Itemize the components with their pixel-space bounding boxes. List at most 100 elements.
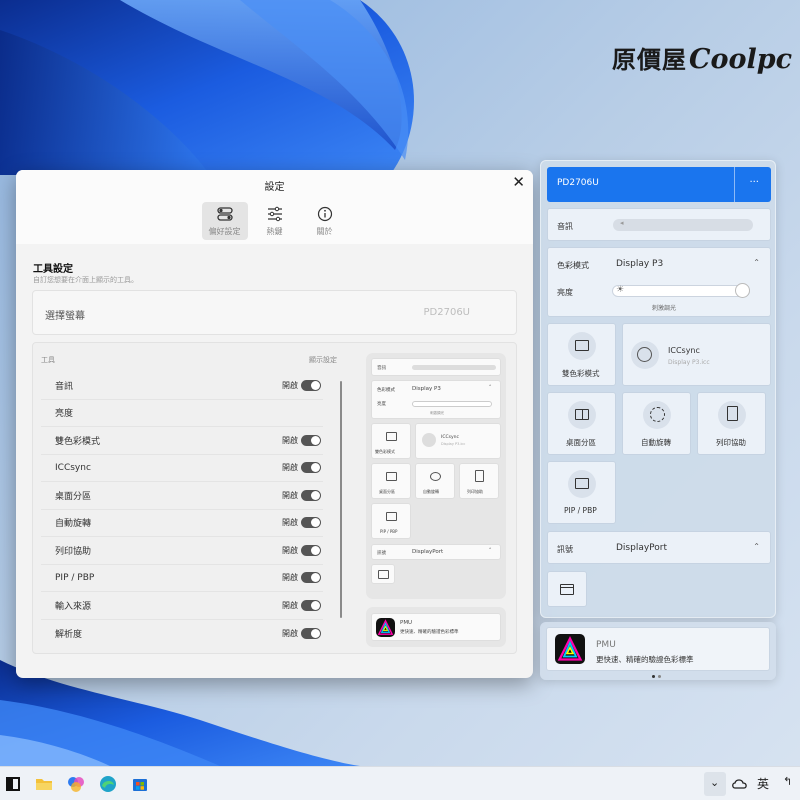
chevron-updown-icon[interactable]: ⌃	[753, 258, 760, 267]
preview-audio-slider	[412, 365, 496, 370]
toggle-state: 開啟	[282, 380, 298, 390]
start-icon[interactable]	[4, 775, 22, 793]
input-value[interactable]: DisplayPort	[616, 543, 667, 553]
tile-iccsync[interactable]: ICCsync Display P3.icc	[622, 323, 771, 386]
tile-dual-color[interactable]: 雙色彩模式	[547, 323, 616, 386]
tab-hotkeys[interactable]: 熱鍵	[252, 202, 298, 240]
tools-panel: 工具 顯示設定 音訊 開啟 亮度 雙色彩模式 開啟 ICCsync 開啟 桌面分…	[32, 342, 517, 654]
toggle-switch[interactable]	[301, 379, 321, 391]
header-divider	[734, 167, 735, 202]
brightness-slider-knob[interactable]	[735, 283, 750, 298]
notification-icon[interactable]: ↰	[783, 775, 792, 788]
toggle-state: 開啟	[282, 463, 298, 473]
preview-print-icon	[475, 470, 484, 482]
toggle-switch[interactable]	[301, 489, 321, 501]
input-label: 訊號	[557, 545, 573, 554]
tools-header: 工具 顯示設定	[41, 355, 337, 365]
toggle-switch[interactable]	[301, 572, 321, 584]
color-brightness-card: 色彩模式 Display P3 ⌃ 亮度 ☀ 刺激調光	[547, 247, 771, 317]
window-tile[interactable]	[547, 571, 587, 607]
preview-pip-icon	[386, 512, 397, 521]
preview-pmu-sub: 更快速、精確的驗證色彩標準	[400, 630, 459, 635]
tile-print-assist[interactable]: 列印協助	[697, 392, 766, 455]
tool-name: ICCsync	[55, 462, 91, 473]
preview-icc-title: ICCsync	[441, 435, 459, 440]
section-subtitle: 自訂您想要在介面上顯示的工具。	[33, 276, 138, 284]
sun-icon: ☀	[616, 285, 625, 295]
tile-label: 雙色彩模式	[562, 369, 600, 378]
preview-chevron-icon: ⌃	[488, 385, 492, 390]
preview-input-card: 訊號 DisplayPort ⌃	[371, 544, 501, 560]
tool-row-dual-color: 雙色彩模式 開啟	[41, 427, 323, 455]
chevron-updown-icon[interactable]: ⌃	[753, 542, 760, 551]
edge-icon[interactable]	[99, 775, 117, 793]
scrollbar[interactable]	[340, 381, 342, 618]
brightness-slider[interactable]	[612, 285, 750, 297]
audio-slider[interactable]	[613, 219, 753, 231]
preview-brightness-slider	[412, 401, 492, 407]
more-button[interactable]: ···	[749, 177, 759, 188]
brand-text-en: Coolpc	[689, 44, 793, 75]
sliders-icon	[267, 206, 282, 221]
taskbar: ⌄ 英 ↰	[0, 766, 800, 800]
brand-logo: 原價屋 Coolpc	[612, 40, 792, 75]
input-card[interactable]: 訊號 DisplayPort ⌃	[547, 531, 771, 564]
pmu-logo-icon	[555, 634, 585, 664]
monitor-control-panel: PD2706U ··· 音訊 ◂ 色彩模式 Display P3 ⌃ 亮度 ☀ …	[540, 160, 776, 618]
preview-brightness-note: 刺激調光	[430, 411, 444, 415]
tile-auto-rotate[interactable]: 自動旋轉	[622, 392, 691, 455]
tile-desktop-partition[interactable]: 桌面分區	[547, 392, 616, 455]
tool-row-resolution: 解析度 開啟	[41, 620, 323, 648]
tool-name: 自動旋轉	[55, 519, 92, 530]
pmu-card[interactable]: PMU 更快速、精確的驗證色彩標準	[546, 627, 770, 671]
chevron-down-icon: ⌄	[710, 776, 720, 789]
monitor-value: PD2706U	[423, 307, 471, 318]
preview-tile-auto-rotate: 自動旋轉	[415, 463, 455, 499]
preview-palette-icon	[422, 433, 436, 447]
toggle-switch[interactable]	[301, 462, 321, 474]
toggle-switch[interactable]	[301, 517, 321, 529]
pmu-subtitle: 更快速、精確的驗證色彩標準	[596, 655, 694, 664]
monitor-selector[interactable]: 選擇螢幕 PD2706U	[32, 290, 517, 335]
tab-about[interactable]: 關於	[302, 202, 348, 240]
preview-pmu-title: PMU	[400, 620, 413, 626]
brand-text-cn: 原價屋	[612, 45, 687, 74]
cloud-icon[interactable]	[731, 775, 749, 793]
store-icon[interactable]	[131, 775, 149, 793]
preview-color-card: 色彩模式 Display P3 ⌃ 亮度 刺激調光	[371, 380, 501, 419]
toggle-switch[interactable]	[301, 599, 321, 611]
preview-audio-card: 音訊	[371, 358, 501, 376]
file-explorer-icon[interactable]	[35, 775, 53, 793]
preview-tile-iccsync: ICCsync Display P3.icc	[415, 423, 501, 459]
color-mode-value[interactable]: Display P3	[616, 259, 663, 269]
toggle-state: 開啟	[282, 600, 298, 610]
toggle-switch[interactable]	[301, 544, 321, 556]
toggle-state: 開啟	[282, 490, 298, 500]
palette-icon	[637, 347, 652, 362]
tool-name: 解析度	[55, 629, 83, 640]
tile-pip-pbp[interactable]: PIP / PBP	[547, 461, 616, 524]
toggle-state: 開啟	[282, 435, 298, 445]
tile-label: PIP / PBP	[564, 506, 597, 515]
section-title: 工具設定	[33, 264, 73, 275]
pmu-panel: PMU 更快速、精確的驗證色彩標準	[540, 622, 776, 680]
input-language[interactable]: 英	[757, 775, 769, 792]
preview-pmu: PMU 更快速、精確的驗證色彩標準	[366, 607, 506, 647]
page-dot[interactable]	[652, 675, 655, 678]
tool-row-input-source: 輸入來源 開啟	[41, 592, 323, 620]
toggle-switch[interactable]	[301, 434, 321, 446]
pmu-title: PMU	[596, 640, 616, 650]
preview-pmu-card: PMU 更快速、精確的驗證色彩標準	[371, 613, 501, 641]
page-dot[interactable]	[658, 675, 661, 678]
preview-pmu-logo-icon	[376, 618, 395, 637]
tab-preferences[interactable]: 偏好設定	[201, 202, 248, 240]
copilot-icon[interactable]	[67, 775, 85, 793]
speaker-icon: ◂	[620, 219, 624, 227]
tab-label: 偏好設定	[208, 226, 241, 236]
preview-brightness-label: 亮度	[377, 402, 386, 407]
close-button[interactable]: ✕	[512, 173, 525, 191]
tray-overflow-button[interactable]: ⌄	[704, 772, 726, 796]
window-title: 設定	[264, 182, 285, 193]
toggle-switch[interactable]	[301, 627, 321, 639]
tool-name: 輸入來源	[55, 601, 92, 612]
